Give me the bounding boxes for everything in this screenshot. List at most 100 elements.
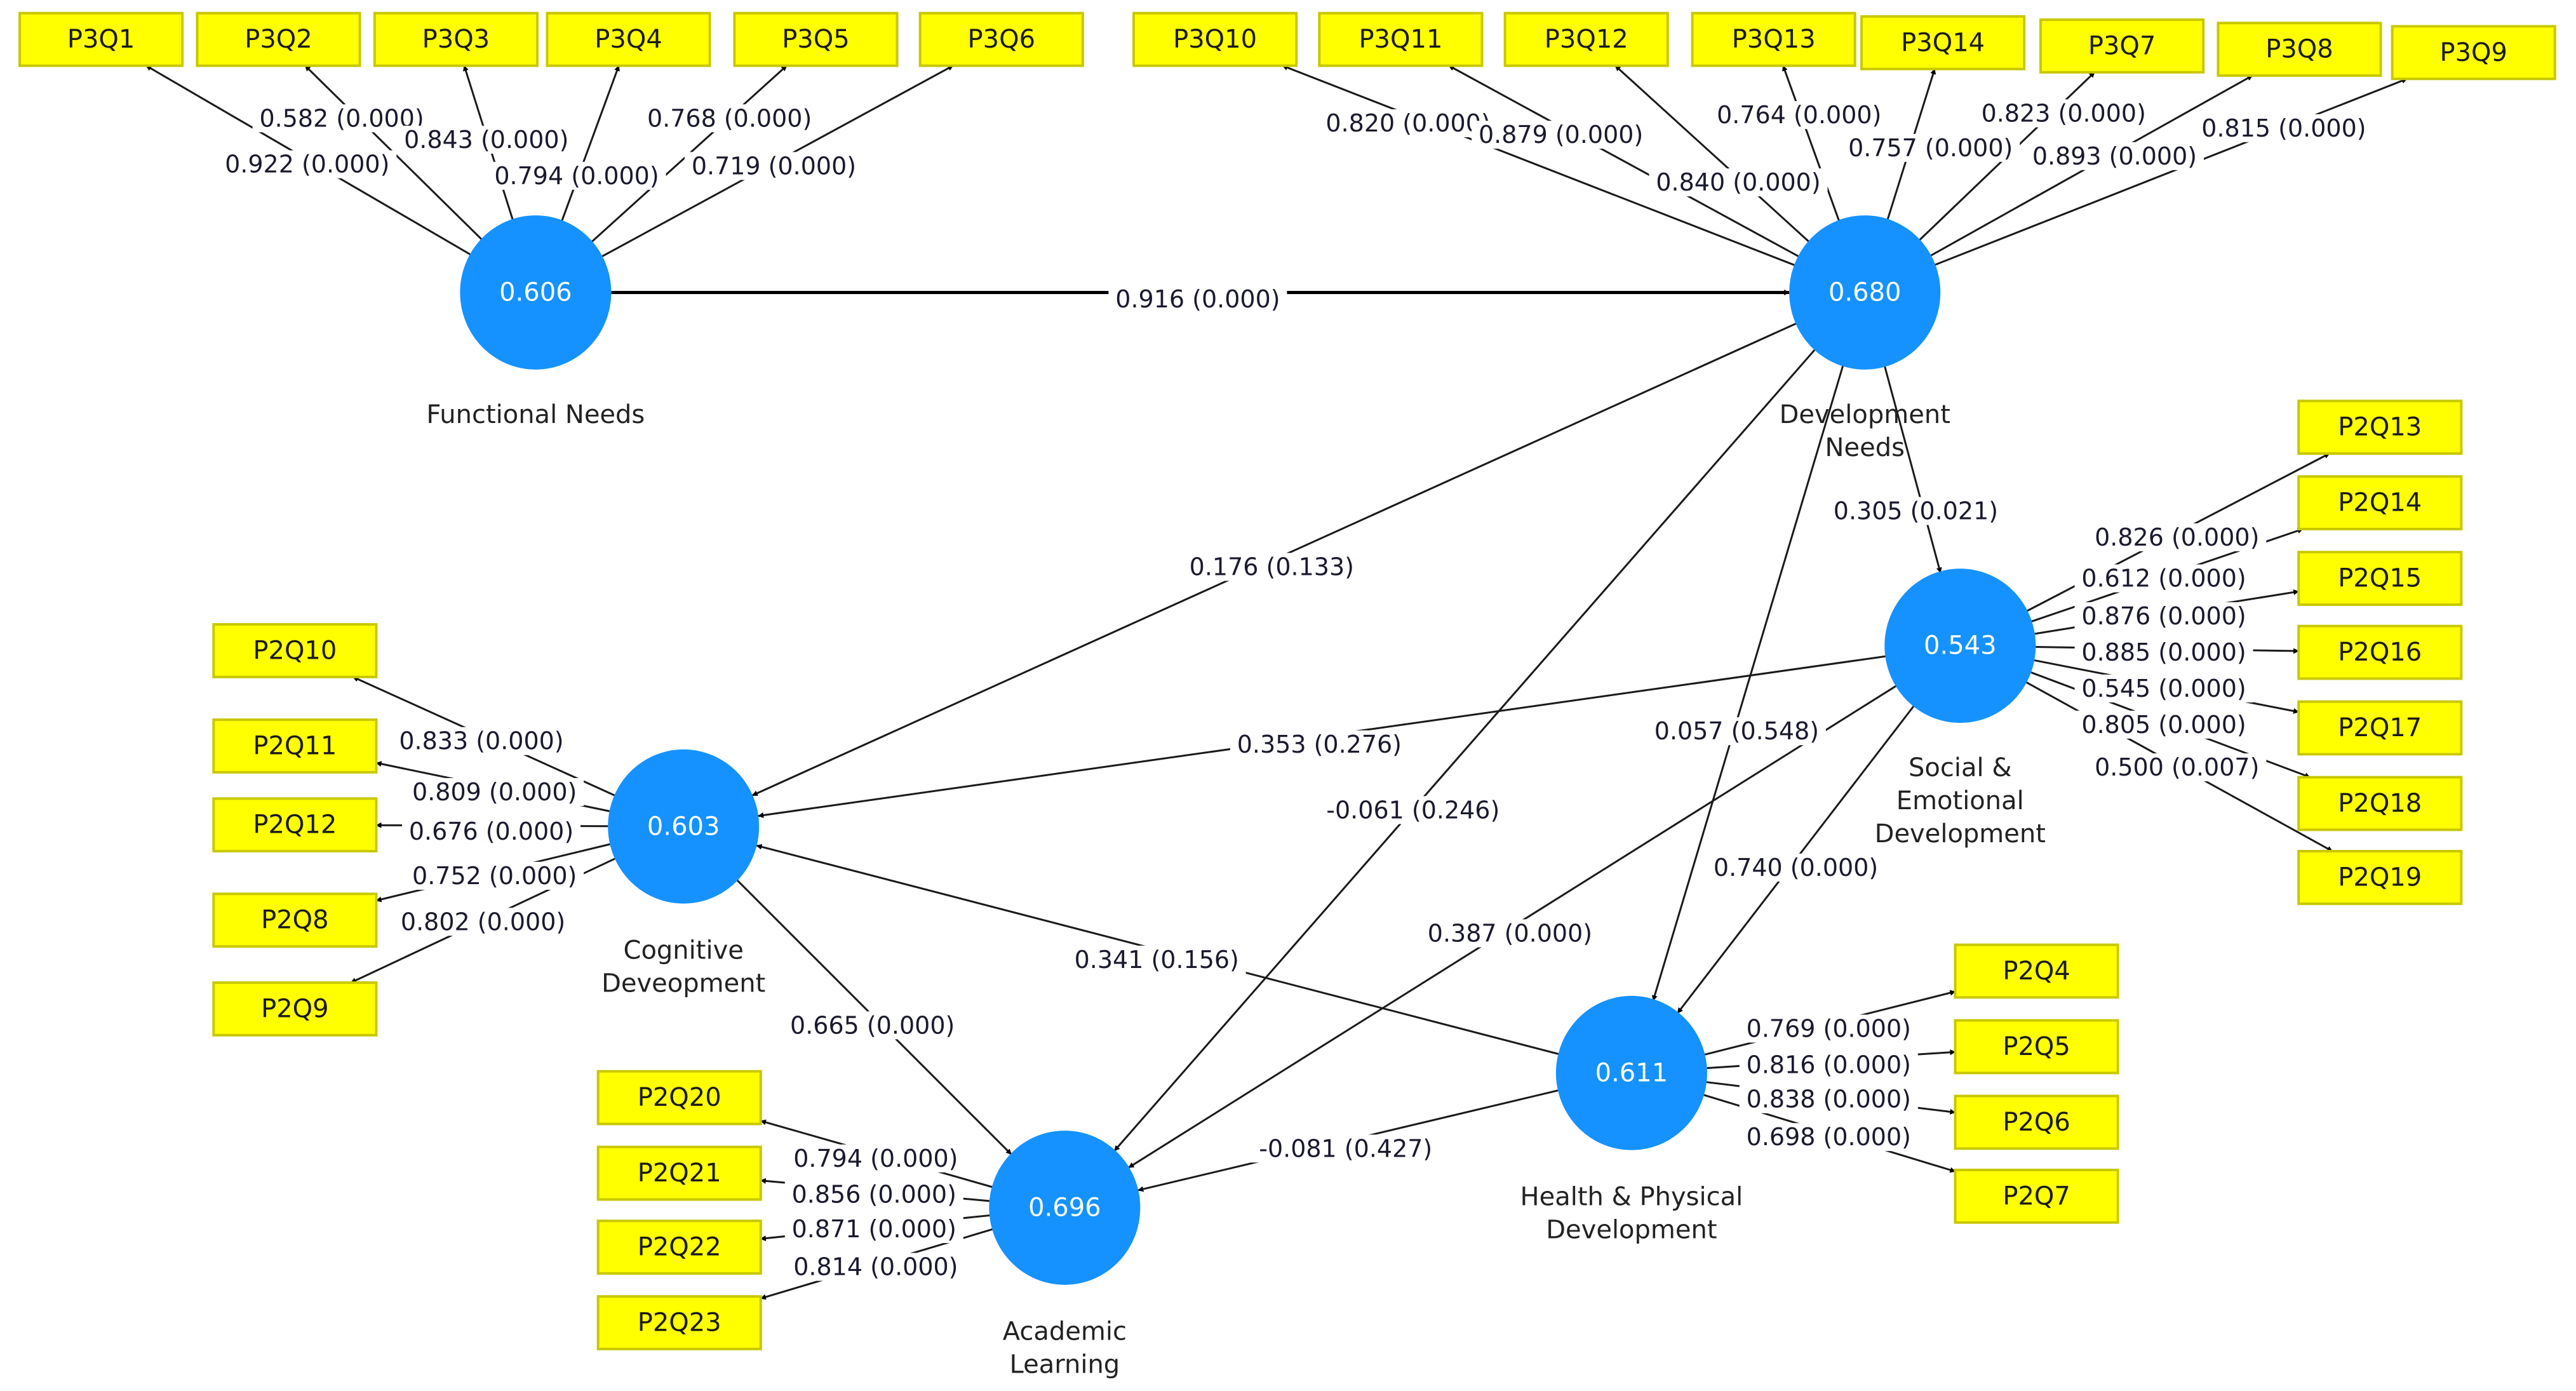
loading-label-p3q10: 0.820 (0.000) (1318, 109, 1498, 138)
loading-label-p2q18: 0.805 (0.000) (2074, 710, 2253, 739)
indicator-p2q17[interactable]: P2Q17 (2297, 700, 2463, 756)
loading-label-p2q18-text: 0.805 (0.000) (2081, 711, 2246, 739)
loading-label-p2q9-text: 0.802 (0.000) (401, 908, 565, 936)
loading-label-p3q13-text: 0.764 (0.000) (1717, 101, 1881, 129)
indicator-p3q5[interactable]: P3Q5 (733, 11, 899, 67)
path-label-se-al: 0.387 (0.000) (1420, 919, 1599, 948)
indicator-label: P3Q13 (1732, 25, 1816, 54)
loading-label-p3q11: 0.879 (0.000) (1472, 121, 1651, 149)
indicator-label: P2Q7 (2002, 1181, 2070, 1211)
loading-label-p3q7-text: 0.823 (0.000) (1982, 100, 2146, 128)
path-label-se-hp-text: 0.740 (0.000) (1714, 854, 1878, 882)
indicator-p3q12[interactable]: P3Q12 (1503, 11, 1669, 67)
indicator-p3q1[interactable]: P3Q1 (18, 11, 184, 67)
loading-label-p2q6: 0.838 (0.000) (1739, 1085, 1918, 1113)
indicator-p2q22[interactable]: P2Q22 (596, 1220, 762, 1275)
indicator-p2q12[interactable]: P2Q12 (212, 797, 378, 853)
loading-label-p2q20: 0.794 (0.000) (786, 1144, 965, 1173)
loading-label-p2q11: 0.809 (0.000) (405, 777, 584, 806)
loading-label-p2q5-text: 0.816 (0.000) (1747, 1051, 1911, 1079)
indicator-p3q9[interactable]: P3Q9 (2391, 25, 2556, 81)
indicator-p3q14[interactable]: P3Q14 (1860, 15, 2026, 71)
loading-label-p2q13-text: 0.826 (0.000) (2095, 523, 2259, 551)
indicator-p2q23[interactable]: P2Q23 (596, 1295, 762, 1350)
latent-variable-development-needs[interactable]: 0.680 Development Needs (1780, 215, 1950, 462)
latent-name: Health & Physical Development (1520, 1182, 1743, 1244)
path-label-dn-cd-text: 0.176 (0.133) (1190, 553, 1354, 581)
indicator-label: P2Q11 (253, 731, 337, 760)
path-label-dn-al-text: -0.061 (0.246) (1326, 796, 1499, 824)
indicator-p2q6[interactable]: P2Q6 (1954, 1094, 2119, 1150)
indicator-p2q13[interactable]: P2Q13 (2297, 400, 2463, 455)
path-label-se-al-text: 0.387 (0.000) (1428, 919, 1592, 947)
loading-label-p3q1: 0.922 (0.000) (218, 150, 397, 178)
indicator-p2q16[interactable]: P2Q16 (2297, 624, 2463, 680)
indicator-p2q9[interactable]: P2Q9 (212, 981, 378, 1037)
indicator-p2q18[interactable]: P2Q18 (2297, 776, 2463, 831)
indicator-label: P3Q8 (2265, 35, 2333, 64)
r-squared-value: 0.603 (647, 812, 720, 841)
path-arrow-dn-se (1883, 365, 1942, 574)
indicator-p3q7[interactable]: P3Q7 (2039, 18, 2205, 74)
latent-variable-social-emotional-development[interactable]: 0.543 Social & Emotional Development (1875, 568, 2046, 849)
indicator-p2q7[interactable]: P2Q7 (1954, 1168, 2119, 1224)
loading-label-p2q12: 0.676 (0.000) (402, 817, 581, 846)
path-label-se-cd-text: 0.353 (0.276) (1237, 730, 1402, 758)
indicator-p3q2[interactable]: P3Q2 (196, 11, 361, 67)
indicator-p2q15[interactable]: P2Q15 (2297, 551, 2463, 607)
loading-label-p3q11-text: 0.879 (0.000) (1479, 121, 1643, 149)
loading-label-p2q12-text: 0.676 (0.000) (409, 817, 574, 845)
indicator-label: P2Q9 (261, 994, 329, 1023)
loading-label-p3q10-text: 0.820 (0.000) (1325, 109, 1490, 137)
path-label-dn-cd: 0.176 (0.133) (1182, 553, 1361, 581)
indicator-p3q11[interactable]: P3Q11 (1318, 11, 1484, 67)
indicator-p2q11[interactable]: P2Q11 (212, 718, 378, 774)
indicator-p2q19[interactable]: P2Q19 (2297, 850, 2463, 905)
indicator-p2q21[interactable]: P2Q21 (596, 1145, 762, 1201)
latent-name-line: Development (1875, 819, 2046, 849)
loading-label-p2q17: 0.545 (0.000) (2074, 674, 2253, 702)
indicator-p3q6[interactable]: P3Q6 (918, 11, 1084, 67)
indicator-p3q4[interactable]: P3Q4 (546, 11, 711, 67)
indicator-p3q8[interactable]: P3Q8 (2217, 22, 2382, 77)
path-label-fn-dn-text: 0.916 (0.000) (1115, 285, 1280, 313)
loading-label-p2q10: 0.833 (0.000) (392, 727, 571, 755)
loading-label-p3q3: 0.843 (0.000) (397, 125, 576, 154)
path-model-diagram: 0.922 (0.000)0.582 (0.000)0.843 (0.000)0… (18, 11, 2556, 1379)
latent-variable-cognitive-deveopment[interactable]: 0.603 Cognitive Deveopment (601, 749, 765, 998)
indicator-label: P2Q6 (2002, 1108, 2070, 1137)
path-label-hp-al-text: -0.081 (0.427) (1259, 1134, 1432, 1162)
path-label-dn-se: 0.305 (0.021) (1826, 497, 2005, 525)
indicator-label: P2Q13 (2338, 413, 2422, 442)
indicator-p2q5[interactable]: P2Q5 (1954, 1019, 2119, 1075)
indicator-p2q10[interactable]: P2Q10 (212, 623, 378, 678)
r-squared-value: 0.611 (1595, 1058, 1668, 1087)
indicator-p2q14[interactable]: P2Q14 (2297, 475, 2463, 531)
loading-label-p2q8-text: 0.752 (0.000) (412, 862, 577, 890)
latent-variable-academic-learning[interactable]: 0.696 Academic Learning (989, 1131, 1141, 1379)
latent-variable-health-physical-development[interactable]: 0.611 Health & Physical Development (1520, 995, 1743, 1244)
indicator-p3q13[interactable]: P3Q13 (1691, 11, 1856, 67)
latent-name-line: Cognitive (624, 936, 744, 965)
r-squared-value: 0.543 (1924, 631, 1997, 661)
loading-arrow-p3q11 (1448, 65, 1799, 257)
loading-arrow-p3q10 (1282, 65, 1795, 266)
indicator-p2q20[interactable]: P2Q20 (596, 1070, 762, 1126)
loading-label-p3q13: 0.764 (0.000) (1710, 101, 1889, 130)
path-label-se-cd: 0.353 (0.276) (1230, 730, 1409, 758)
latent-name-line: Development (1546, 1215, 1717, 1244)
path-label-hp-cd: 0.341 (0.156) (1067, 945, 1246, 974)
loading-label-p3q5: 0.768 (0.000) (640, 104, 819, 133)
loading-label-p2q21: 0.856 (0.000) (784, 1180, 963, 1209)
indicator-p2q8[interactable]: P2Q8 (212, 892, 378, 948)
indicator-p2q4[interactable]: P2Q4 (1954, 943, 2119, 999)
indicator-p3q10[interactable]: P3Q10 (1132, 11, 1298, 67)
loading-label-p3q4: 0.794 (0.000) (487, 162, 666, 190)
path-label-cd-al-text: 0.665 (0.000) (790, 1011, 955, 1039)
r-squared-value: 0.680 (1828, 278, 1902, 307)
loading-label-p2q10-text: 0.833 (0.000) (399, 727, 563, 755)
indicator-label: P2Q20 (638, 1083, 721, 1112)
indicator-label: P2Q4 (2002, 957, 2070, 986)
latent-name-line: Academic (1003, 1317, 1127, 1346)
indicator-p3q3[interactable]: P3Q3 (373, 11, 539, 67)
